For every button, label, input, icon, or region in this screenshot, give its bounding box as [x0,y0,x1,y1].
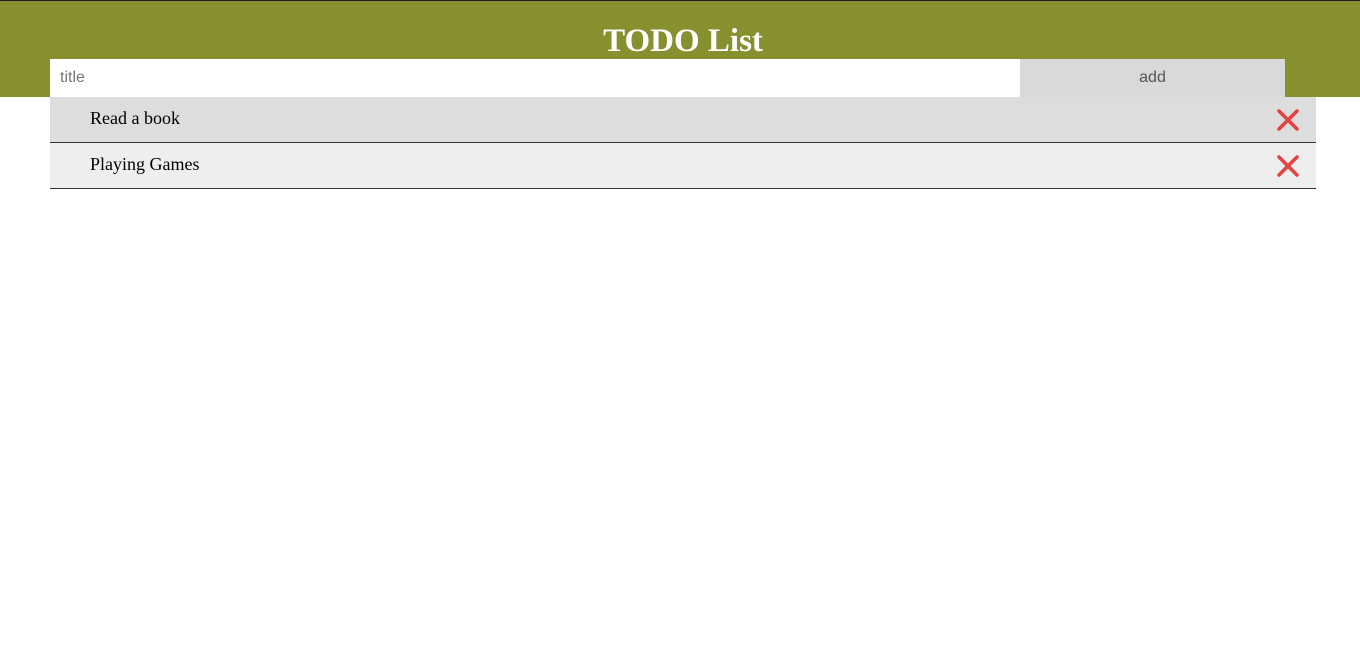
close-icon[interactable] [1276,108,1300,132]
todo-item: Read a book [50,97,1316,143]
todo-item-text: Playing Games [90,154,200,174]
close-icon[interactable] [1276,154,1300,178]
todo-item: Playing Games [50,143,1316,189]
todo-list: Read a book Playing Games [50,97,1316,189]
add-button[interactable]: add [1020,59,1285,97]
todo-item-text: Read a book [90,108,180,128]
page-title: TODO List [603,23,763,59]
title-input[interactable] [50,59,1020,97]
